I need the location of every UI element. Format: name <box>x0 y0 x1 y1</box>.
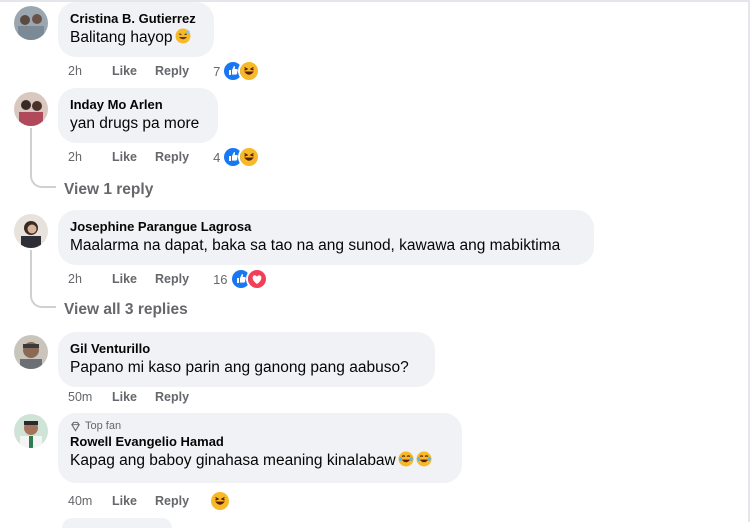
comment-time[interactable]: 2h <box>68 64 112 78</box>
comment-text: Maalarma na dapat, baka sa tao na ang su… <box>70 237 561 254</box>
joy-emoji <box>416 451 432 467</box>
comment-bubble: Gil Venturillo Papano mi kaso parin ang … <box>58 332 435 387</box>
comment-bubble: Cristina B. Gutierrez Balitang hayop <box>58 2 214 57</box>
comment-actions: 40m Like Reply <box>68 491 231 511</box>
comment-actions: 2h Like Reply 7 <box>68 60 261 82</box>
comment-time[interactable]: 2h <box>68 150 112 164</box>
comment-text: Balitang hayop <box>70 29 173 46</box>
commenter-name[interactable]: Cristina B. Gutierrez <box>70 10 202 27</box>
comment-bubble: Top fan Rowell Evangelio Hamad Kapag ang… <box>58 413 462 483</box>
commenter-name[interactable]: Rowell Evangelio Hamad <box>70 433 450 450</box>
comment-time[interactable]: 40m <box>68 494 112 508</box>
reaction-count: 4 <box>213 149 221 165</box>
comment-time[interactable]: 50m <box>68 390 112 404</box>
comment-time[interactable]: 2h <box>68 272 112 286</box>
thread-connector <box>30 174 56 188</box>
avatar[interactable] <box>14 6 48 40</box>
haha-reaction-icon <box>238 146 261 168</box>
view-replies-link[interactable]: View all 3 replies <box>64 301 188 319</box>
comment-text: Kapag ang baboy ginahasa meaning kinalab… <box>70 452 396 469</box>
top-fan-label: Top fan <box>85 420 122 432</box>
love-reaction-icon <box>245 268 268 290</box>
reaction-summary[interactable]: 16 <box>213 268 268 290</box>
grin-sweat-emoji <box>175 28 191 44</box>
comment-actions: 2h Like Reply 16 <box>68 268 268 290</box>
like-button[interactable]: Like <box>112 390 137 404</box>
diamond-icon <box>70 421 81 432</box>
joy-emoji <box>398 451 414 467</box>
like-button[interactable]: Like <box>112 64 137 78</box>
comment-text: Papano mi kaso parin ang ganong pang aab… <box>70 359 409 376</box>
avatar[interactable] <box>14 214 48 248</box>
comment-bubble: Inday Mo Arlen yan drugs pa more <box>58 88 218 143</box>
view-replies-link[interactable]: View 1 reply <box>64 181 153 199</box>
reaction-summary[interactable]: 4 <box>213 146 261 168</box>
reply-button[interactable]: Reply <box>155 390 189 404</box>
reply-button[interactable]: Reply <box>155 494 189 508</box>
reaction-count: 7 <box>213 63 221 79</box>
comment-bubble: Josephine Parangue Lagrosa Maalarma na d… <box>58 210 594 265</box>
haha-reaction-icon[interactable] <box>209 490 231 512</box>
top-fan-badge: Top fan <box>70 419 450 433</box>
comment-text: yan drugs pa more <box>70 115 200 132</box>
commenter-name[interactable]: Josephine Parangue Lagrosa <box>70 218 582 235</box>
avatar[interactable] <box>14 414 48 448</box>
commenter-name[interactable]: Inday Mo Arlen <box>70 96 206 113</box>
like-button[interactable]: Like <box>112 150 137 164</box>
haha-reaction-icon <box>238 60 261 82</box>
like-button[interactable]: Like <box>112 272 137 286</box>
thread-line <box>30 128 32 176</box>
reply-button[interactable]: Reply <box>155 64 189 78</box>
avatar[interactable] <box>14 92 48 126</box>
reply-button[interactable]: Reply <box>155 272 189 286</box>
like-button[interactable]: Like <box>112 494 137 508</box>
avatar[interactable] <box>14 335 48 369</box>
comment-actions: 50m Like Reply <box>68 387 207 407</box>
reaction-count: 16 <box>213 271 228 287</box>
thread-line <box>30 250 32 296</box>
thread-connector <box>30 294 56 308</box>
reply-button[interactable]: Reply <box>155 150 189 164</box>
reaction-summary[interactable]: 7 <box>213 60 261 82</box>
next-comment-bubble <box>62 518 172 528</box>
comment-actions: 2h Like Reply 4 <box>68 146 261 168</box>
commenter-name[interactable]: Gil Venturillo <box>70 340 423 357</box>
